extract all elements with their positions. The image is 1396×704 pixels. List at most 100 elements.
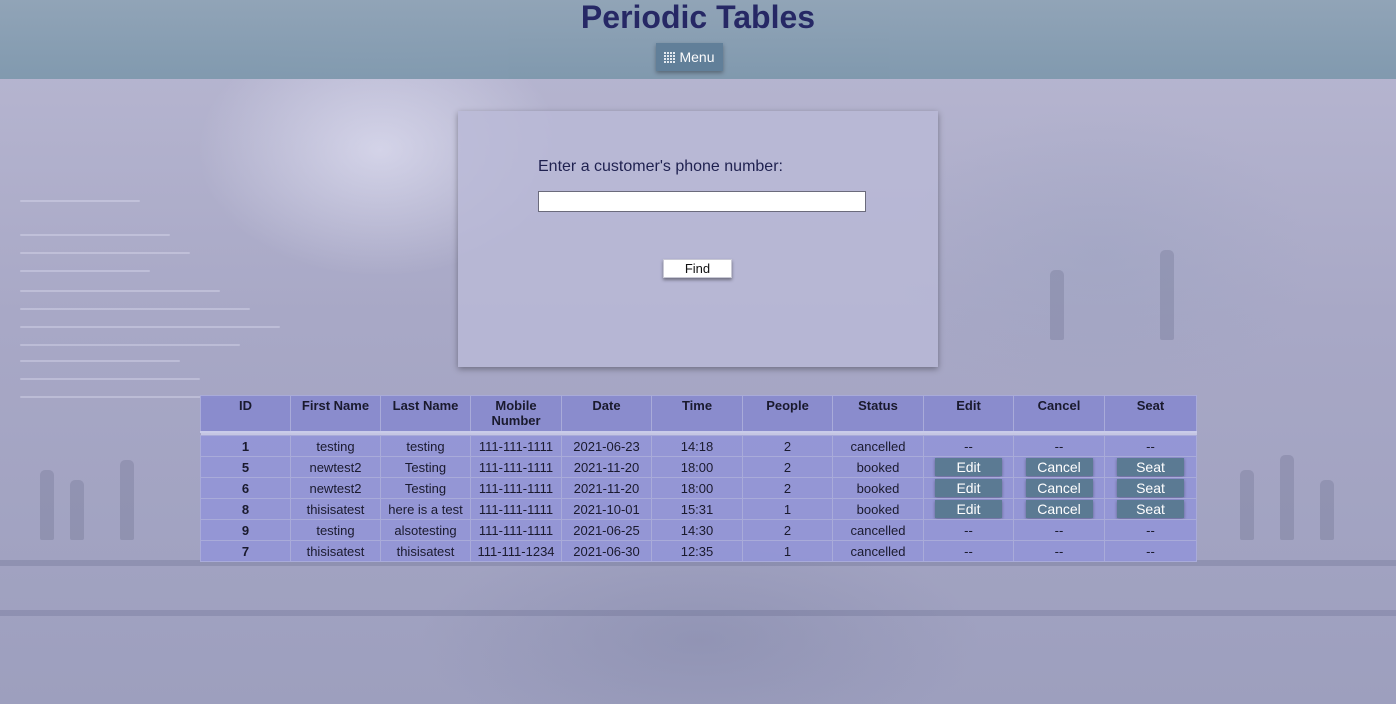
cell-time: 14:30 — [651, 519, 743, 541]
cell-cancel-placeholder: -- — [1013, 540, 1105, 562]
cell-edit: Edit — [923, 456, 1014, 478]
cell-edit-placeholder: -- — [923, 519, 1014, 541]
cell-last-name: testing — [380, 435, 471, 457]
cell-first-name: thisisatest — [290, 498, 381, 520]
table-row: 9 testing alsotesting 111-111-1111 2021-… — [200, 519, 1197, 541]
cell-time: 18:00 — [651, 477, 743, 499]
find-button[interactable]: Find — [663, 259, 732, 278]
column-header-mobile-number: Mobile Number — [470, 395, 562, 433]
cell-seat-placeholder: -- — [1104, 435, 1197, 457]
cell-date: 2021-10-01 — [561, 498, 652, 520]
cell-cancel-placeholder: -- — [1013, 435, 1105, 457]
cell-time: 14:18 — [651, 435, 743, 457]
seat-button[interactable]: Seat — [1117, 479, 1184, 497]
column-header-edit: Edit — [923, 395, 1014, 433]
cell-last-name: alsotesting — [380, 519, 471, 541]
cell-time: 12:35 — [651, 540, 743, 562]
cell-first-name: testing — [290, 435, 381, 457]
column-header-time: Time — [651, 395, 743, 433]
cell-mobile-number: 111-111-1234 — [470, 540, 562, 562]
cell-cancel-placeholder: -- — [1013, 519, 1105, 541]
cell-time: 18:00 — [651, 456, 743, 478]
cell-first-name: testing — [290, 519, 381, 541]
cell-people: 2 — [742, 435, 833, 457]
cell-edit: Edit — [923, 477, 1014, 499]
cell-date: 2021-11-20 — [561, 456, 652, 478]
edit-button[interactable]: Edit — [935, 479, 1002, 497]
cell-cancel: Cancel — [1013, 456, 1105, 478]
cell-mobile-number: 111-111-1111 — [470, 519, 562, 541]
cell-mobile-number: 111-111-1111 — [470, 498, 562, 520]
cancel-button[interactable]: Cancel — [1025, 479, 1093, 497]
cell-people: 1 — [742, 540, 833, 562]
cell-last-name: thisisatest — [380, 540, 471, 562]
cell-first-name: thisisatest — [290, 540, 381, 562]
cell-date: 2021-06-25 — [561, 519, 652, 541]
column-header-cancel: Cancel — [1013, 395, 1105, 433]
table-row: 7 thisisatest thisisatest 111-111-1234 2… — [200, 540, 1197, 562]
cell-people: 1 — [742, 498, 833, 520]
reservations-table: ID First Name Last Name Mobile Number Da… — [200, 395, 1197, 562]
search-panel: Enter a customer's phone number: Find — [458, 111, 938, 367]
cell-status: cancelled — [832, 435, 924, 457]
cell-status: cancelled — [832, 519, 924, 541]
edit-button[interactable]: Edit — [935, 458, 1002, 476]
cell-time: 15:31 — [651, 498, 743, 520]
cell-id: 8 — [200, 498, 291, 520]
cell-date: 2021-11-20 — [561, 477, 652, 499]
column-header-first-name: First Name — [290, 395, 381, 433]
table-row: 6 newtest2 Testing 111-111-1111 2021-11-… — [200, 477, 1197, 499]
cell-people: 2 — [742, 456, 833, 478]
cell-last-name: here is a test — [380, 498, 471, 520]
column-header-date: Date — [561, 395, 652, 433]
menu-button[interactable]: Menu — [656, 43, 723, 71]
cell-id: 7 — [200, 540, 291, 562]
cell-first-name: newtest2 — [290, 456, 381, 478]
chalkboard-decoration — [20, 190, 360, 430]
cancel-button[interactable]: Cancel — [1025, 458, 1093, 476]
cell-people: 2 — [742, 519, 833, 541]
cell-first-name: newtest2 — [290, 477, 381, 499]
app-title: Periodic Tables — [580, 0, 816, 35]
cell-people: 2 — [742, 477, 833, 499]
cell-seat-placeholder: -- — [1104, 519, 1197, 541]
cell-seat-placeholder: -- — [1104, 540, 1197, 562]
cell-mobile-number: 111-111-1111 — [470, 477, 562, 499]
cell-cancel: Cancel — [1013, 498, 1105, 520]
phone-search-input[interactable] — [538, 191, 866, 212]
cell-last-name: Testing — [380, 477, 471, 499]
cell-cancel: Cancel — [1013, 477, 1105, 499]
cell-seat: Seat — [1104, 456, 1197, 478]
cell-status: booked — [832, 456, 924, 478]
cell-date: 2021-06-23 — [561, 435, 652, 457]
cell-edit: Edit — [923, 498, 1014, 520]
table-header-row: ID First Name Last Name Mobile Number Da… — [200, 395, 1197, 433]
column-header-status: Status — [832, 395, 924, 433]
seat-button[interactable]: Seat — [1117, 458, 1184, 476]
cell-seat: Seat — [1104, 498, 1197, 520]
cell-mobile-number: 111-111-1111 — [470, 456, 562, 478]
cell-status: booked — [832, 477, 924, 499]
cell-id: 9 — [200, 519, 291, 541]
cell-status: booked — [832, 498, 924, 520]
menu-button-label: Menu — [679, 49, 715, 65]
column-header-seat: Seat — [1104, 395, 1197, 433]
table-row: 1 testing testing 111-111-1111 2021-06-2… — [200, 435, 1197, 457]
column-header-id: ID — [200, 395, 291, 433]
seat-button[interactable]: Seat — [1117, 500, 1184, 518]
table-row: 8 thisisatest here is a test 111-111-111… — [200, 498, 1197, 520]
cell-edit-placeholder: -- — [923, 435, 1014, 457]
column-header-people: People — [742, 395, 833, 433]
reservations-table-container: ID First Name Last Name Mobile Number Da… — [200, 395, 1197, 562]
cell-last-name: Testing — [380, 456, 471, 478]
cancel-button[interactable]: Cancel — [1025, 500, 1093, 518]
cell-id: 6 — [200, 477, 291, 499]
cell-seat: Seat — [1104, 477, 1197, 499]
table-row: 5 newtest2 Testing 111-111-1111 2021-11-… — [200, 456, 1197, 478]
cell-id: 5 — [200, 456, 291, 478]
edit-button[interactable]: Edit — [935, 500, 1002, 518]
cell-date: 2021-06-30 — [561, 540, 652, 562]
cell-status: cancelled — [832, 540, 924, 562]
app-header: Periodic Tables Menu — [0, 0, 1396, 79]
phone-search-label: Enter a customer's phone number: — [538, 158, 783, 175]
